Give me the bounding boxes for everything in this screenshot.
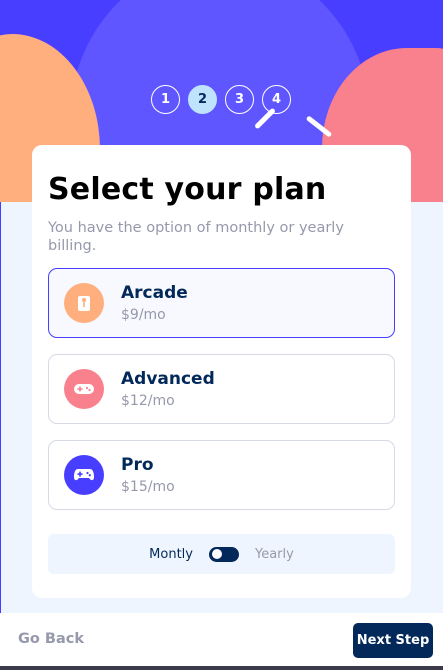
monthly-label[interactable]: Montly: [149, 547, 193, 562]
plan-price: $15/mo: [121, 479, 175, 495]
footer-bar: Go Back Next Step: [0, 613, 443, 670]
step-1: 1: [151, 85, 180, 114]
toggle-knob: [211, 549, 222, 559]
step-3: 3: [225, 85, 254, 114]
plan-name: Arcade: [121, 283, 188, 303]
plan-price: $12/mo: [121, 393, 175, 409]
page-subtitle: You have the option of monthly or yearly…: [48, 220, 344, 254]
gamepad-icon: [64, 369, 104, 409]
go-back-button[interactable]: Go Back: [18, 631, 84, 647]
form-card: Select your plan You have the option of …: [32, 145, 411, 598]
yearly-label[interactable]: Yearly: [255, 547, 294, 562]
next-step-button[interactable]: Next Step: [353, 623, 433, 658]
plan-name: Pro: [121, 455, 154, 475]
plan-option-pro[interactable]: Pro $15/mo: [48, 440, 395, 510]
step-2-active: 2: [188, 85, 217, 114]
arcade-icon: [64, 283, 104, 323]
plan-option-arcade[interactable]: Arcade $9/mo: [48, 268, 395, 338]
step-indicator: 1 2 3 4: [151, 85, 291, 114]
plan-option-advanced[interactable]: Advanced $12/mo: [48, 354, 395, 424]
plan-name: Advanced: [121, 369, 215, 389]
page-title: Select your plan: [48, 172, 327, 207]
billing-toggle-switch[interactable]: [208, 546, 239, 562]
window-bottom-edge: [0, 666, 443, 670]
step-4: 4: [262, 85, 291, 114]
billing-toggle-row: Montly Yearly: [48, 534, 395, 574]
plan-price: $9/mo: [121, 307, 166, 323]
controller-icon: [64, 455, 104, 495]
